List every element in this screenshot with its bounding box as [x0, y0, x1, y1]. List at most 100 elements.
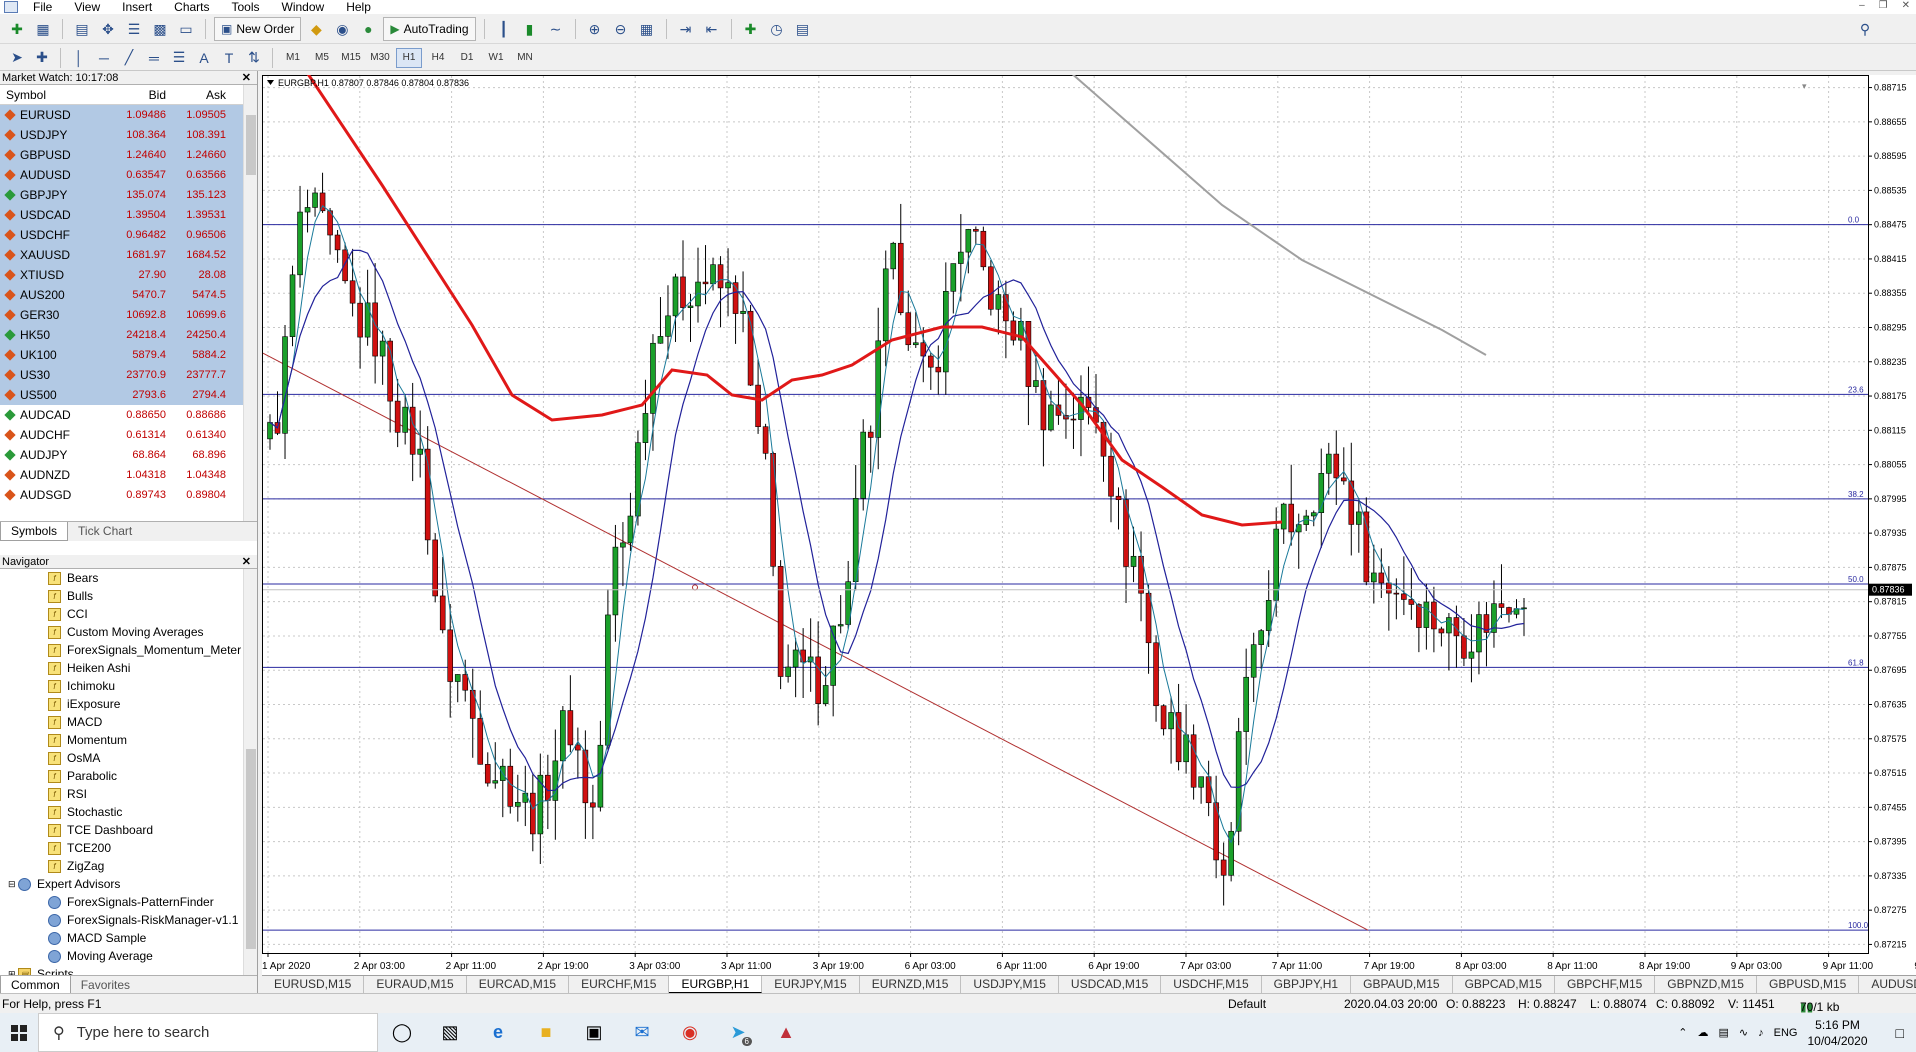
- table-row[interactable]: UK100 5879.4 5884.2: [0, 345, 257, 365]
- candle-body[interactable]: [1423, 601, 1430, 628]
- candle-body[interactable]: [402, 406, 408, 433]
- close-icon[interactable]: ✕: [242, 555, 251, 569]
- candle-body[interactable]: [1198, 776, 1204, 788]
- candle-body[interactable]: [1243, 676, 1249, 732]
- candle-body[interactable]: [560, 710, 566, 762]
- candle-body[interactable]: [1190, 734, 1197, 788]
- minimize-icon[interactable]: –: [1859, 0, 1865, 11]
- chart-tab[interactable]: GBPCHF,M15: [1555, 976, 1656, 993]
- navigator-indicator[interactable]: f Parabolic: [0, 767, 257, 785]
- signals-icon[interactable]: ◉: [331, 18, 353, 40]
- metatrader-icon[interactable]: ▲: [762, 1013, 810, 1052]
- navigator-indicator[interactable]: f Bulls: [0, 587, 257, 605]
- candle-body[interactable]: [379, 340, 386, 357]
- candle-body[interactable]: [1258, 630, 1264, 645]
- chart-tab[interactable]: GBPAUD,M15: [1351, 976, 1453, 993]
- scripts-folder[interactable]: ⊞ ▤ Scripts: [0, 965, 257, 975]
- candle-body[interactable]: [815, 656, 821, 705]
- candle-body[interactable]: [988, 266, 994, 310]
- candle-body[interactable]: [1048, 404, 1054, 431]
- navigator-indicator[interactable]: f Ichimoku: [0, 677, 257, 695]
- table-row[interactable]: GER30 10692.8 10699.6: [0, 305, 257, 325]
- chart-tab[interactable]: EURNZD,M15: [860, 976, 962, 993]
- chart-tab[interactable]: EURUSD,M15: [262, 976, 365, 993]
- candle-body[interactable]: [417, 448, 423, 455]
- timeframe-m1[interactable]: M1: [280, 48, 306, 68]
- chart-tab[interactable]: AUDUSD,M15: [1859, 976, 1916, 993]
- auto-scroll-icon[interactable]: ⇥: [675, 18, 697, 40]
- timeframe-h4[interactable]: H4: [425, 48, 451, 68]
- timeframe-mn[interactable]: MN: [512, 48, 538, 68]
- candle-body[interactable]: [1153, 642, 1159, 707]
- table-row[interactable]: USDCHF 0.96482 0.96506: [0, 225, 257, 245]
- candle-body[interactable]: [620, 542, 626, 548]
- candle-body[interactable]: [1168, 712, 1174, 730]
- table-row[interactable]: AUDNZD 1.04318 1.04348: [0, 465, 257, 485]
- crosshair-icon[interactable]: ✚: [31, 47, 53, 69]
- chart-tab[interactable]: GBPNZD,M15: [1655, 976, 1757, 993]
- candle-body[interactable]: [927, 355, 934, 368]
- candle-body[interactable]: [1325, 453, 1332, 474]
- line-chart-icon[interactable]: ∼: [545, 18, 567, 40]
- timeframe-h1[interactable]: H1: [396, 47, 422, 68]
- store-icon[interactable]: ▣: [570, 1013, 618, 1052]
- navigator-indicator[interactable]: f RSI: [0, 785, 257, 803]
- terminal-icon[interactable]: ▩: [149, 18, 171, 40]
- zoom-in-icon[interactable]: ⊕: [584, 18, 606, 40]
- table-row[interactable]: AUDCHF 0.61314 0.61340: [0, 425, 257, 445]
- periods-icon[interactable]: ◷: [766, 18, 788, 40]
- price-chart[interactable]: 0.88715 0.88655 0.88595 0.88535 0.88475 0.884…: [262, 64, 1916, 975]
- candle-body[interactable]: [642, 413, 649, 443]
- navigator-scrollbar[interactable]: [243, 569, 257, 975]
- candle-body[interactable]: [897, 242, 904, 314]
- candle-body[interactable]: [882, 268, 889, 342]
- menu-file[interactable]: File: [22, 0, 63, 14]
- candle-body[interactable]: [530, 792, 536, 835]
- profiles-icon[interactable]: ▦: [32, 18, 54, 40]
- chart-tab[interactable]: EURCHF,M15: [569, 976, 670, 993]
- candle-body[interactable]: [912, 342, 919, 346]
- candle-body[interactable]: [1446, 617, 1452, 634]
- candle-body[interactable]: [447, 629, 454, 682]
- candle-body[interactable]: [1356, 511, 1362, 525]
- candle-body[interactable]: [492, 780, 499, 784]
- table-row[interactable]: GBPUSD 1.24640 1.24660: [0, 145, 257, 165]
- menu-insert[interactable]: Insert: [111, 0, 163, 14]
- candle-body[interactable]: [890, 242, 897, 270]
- restore-icon[interactable]: ❐: [1879, 0, 1888, 11]
- candle-body[interactable]: [312, 192, 318, 208]
- expand-icon[interactable]: ⊞: [8, 965, 18, 975]
- candle-body[interactable]: [905, 312, 912, 346]
- candle-body[interactable]: [342, 249, 348, 282]
- new-chart-icon[interactable]: ✚: [6, 18, 28, 40]
- table-row[interactable]: AUDUSD 0.63547 0.63566: [0, 165, 257, 185]
- chart-plot-area[interactable]: [262, 75, 1869, 954]
- chart-tab[interactable]: USDCAD,M15: [1059, 976, 1162, 993]
- start-button[interactable]: [0, 1013, 38, 1052]
- text-icon[interactable]: A: [193, 47, 215, 69]
- candle-body[interactable]: [1363, 511, 1370, 583]
- candle-body[interactable]: [1378, 572, 1385, 584]
- candle-body[interactable]: [1108, 455, 1114, 497]
- table-row[interactable]: XAUUSD 1681.97 1684.52: [0, 245, 257, 265]
- tester-icon[interactable]: ▭: [175, 18, 197, 40]
- candle-body[interactable]: [755, 384, 761, 428]
- telegram-icon[interactable]: ➤ 6: [714, 1013, 762, 1052]
- table-row[interactable]: US500 2793.6 2794.4: [0, 385, 257, 405]
- candle-body[interactable]: [777, 566, 784, 677]
- candle-body[interactable]: [304, 207, 311, 213]
- chrome-icon[interactable]: ◉: [666, 1013, 714, 1052]
- candle-body[interactable]: [717, 264, 724, 289]
- candle-body[interactable]: [950, 263, 957, 292]
- timeframe-m30[interactable]: M30: [367, 48, 393, 68]
- cortana-icon[interactable]: ◯: [378, 1013, 426, 1052]
- candle-body[interactable]: [860, 431, 867, 499]
- candle-body[interactable]: [1145, 592, 1152, 644]
- candle-body[interactable]: [1280, 503, 1287, 530]
- new-order-button[interactable]: ▣ New Order: [214, 17, 302, 41]
- candle-body[interactable]: [1033, 380, 1039, 387]
- scrollbar-thumb[interactable]: [246, 749, 256, 949]
- autotrading-button[interactable]: ▶ AutoTrading: [383, 17, 476, 41]
- candle-body[interactable]: [567, 710, 574, 746]
- candle-body[interactable]: [800, 649, 806, 663]
